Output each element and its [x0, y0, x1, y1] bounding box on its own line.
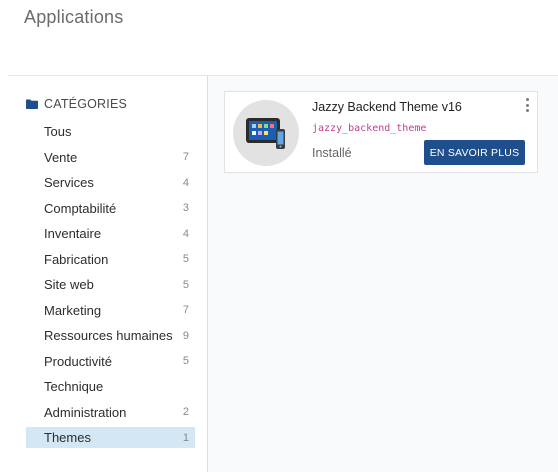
- sidebar-item-label: Fabrication: [44, 251, 109, 267]
- sidebar-item-marketing[interactable]: Marketing 7: [26, 300, 195, 321]
- sidebar-item-ressources-humaines[interactable]: Ressources humaines 9: [26, 325, 195, 346]
- sidebar-item-label: Site web: [44, 277, 94, 292]
- sidebar-item-count: 1: [182, 431, 189, 444]
- sidebar-item-themes[interactable]: Themes 1: [26, 427, 195, 448]
- sidebar-item-count: 7: [182, 304, 189, 316]
- devices-icon: [246, 118, 285, 149]
- sidebar-item-tous[interactable]: Tous: [26, 121, 195, 142]
- sidebar-item-count: 7: [182, 151, 189, 163]
- sidebar-item-label: Productivité: [44, 353, 112, 369]
- sidebar-item-label: Vente: [44, 149, 78, 165]
- sidebar-item-vente[interactable]: Vente 7: [26, 147, 195, 168]
- categories-header: CATÉGORIES: [26, 97, 127, 111]
- sidebar-item-count: 4: [182, 176, 189, 189]
- sidebar-item-label: Marketing: [44, 302, 102, 318]
- app-status: Installé: [312, 146, 352, 160]
- sidebar-item-site-web[interactable]: Site web 5: [26, 274, 195, 295]
- sidebar-item-label: Services: [44, 175, 94, 190]
- sidebar-item-label: Administration: [44, 404, 127, 420]
- kebab-menu-icon[interactable]: [524, 98, 530, 112]
- sidebar-item-productivité[interactable]: Productivité 5: [26, 351, 195, 372]
- sidebar-item-label: Technique: [44, 379, 104, 394]
- apps-panel: Jazzy Backend Theme v16 jazzy_backend_th…: [208, 76, 558, 472]
- app-technical-name: jazzy_backend_theme: [312, 123, 427, 134]
- app-icon: [233, 100, 299, 166]
- app-card[interactable]: Jazzy Backend Theme v16 jazzy_backend_th…: [224, 91, 538, 173]
- sidebar-item-count: 9: [182, 329, 189, 342]
- app-name: Jazzy Backend Theme v16: [312, 100, 462, 114]
- learn-more-button[interactable]: EN SAVOIR PLUS: [424, 140, 525, 165]
- categories-header-label: CATÉGORIES: [44, 97, 128, 111]
- folder-icon: [26, 99, 38, 109]
- page-title: Applications: [24, 7, 124, 27]
- sidebar-item-inventaire[interactable]: Inventaire 4: [26, 223, 195, 244]
- category-list: Tous Vente 7 Services 4 Comptabilité 3 Inventai…: [26, 121, 195, 453]
- sidebar-item-fabrication[interactable]: Fabrication 5: [26, 249, 195, 270]
- sidebar-item-comptabilité[interactable]: Comptabilité 3: [26, 198, 195, 219]
- sidebar-item-technique[interactable]: Technique: [26, 376, 195, 397]
- sidebar-item-count: 5: [182, 355, 189, 367]
- sidebar-item-count: 3: [182, 202, 189, 214]
- sidebar-item-label: Inventaire: [44, 226, 102, 241]
- sidebar-item-administration[interactable]: Administration 2: [26, 402, 195, 423]
- sidebar-item-count: 5: [182, 278, 189, 291]
- sidebar-item-label: Tous: [44, 124, 72, 139]
- sidebar-item-count: 2: [182, 406, 189, 418]
- sidebar-item-label: Comptabilité: [44, 200, 117, 216]
- sidebar-item-label: Themes: [44, 430, 91, 445]
- sidebar-item-services[interactable]: Services 4: [26, 172, 195, 193]
- category-sidebar: CATÉGORIES Tous Vente 7 Services 4 Comptabili…: [8, 76, 208, 472]
- sidebar-item-count: 5: [182, 253, 189, 265]
- sidebar-item-count: 4: [182, 227, 189, 240]
- sidebar-item-label: Ressources humaines: [44, 328, 173, 343]
